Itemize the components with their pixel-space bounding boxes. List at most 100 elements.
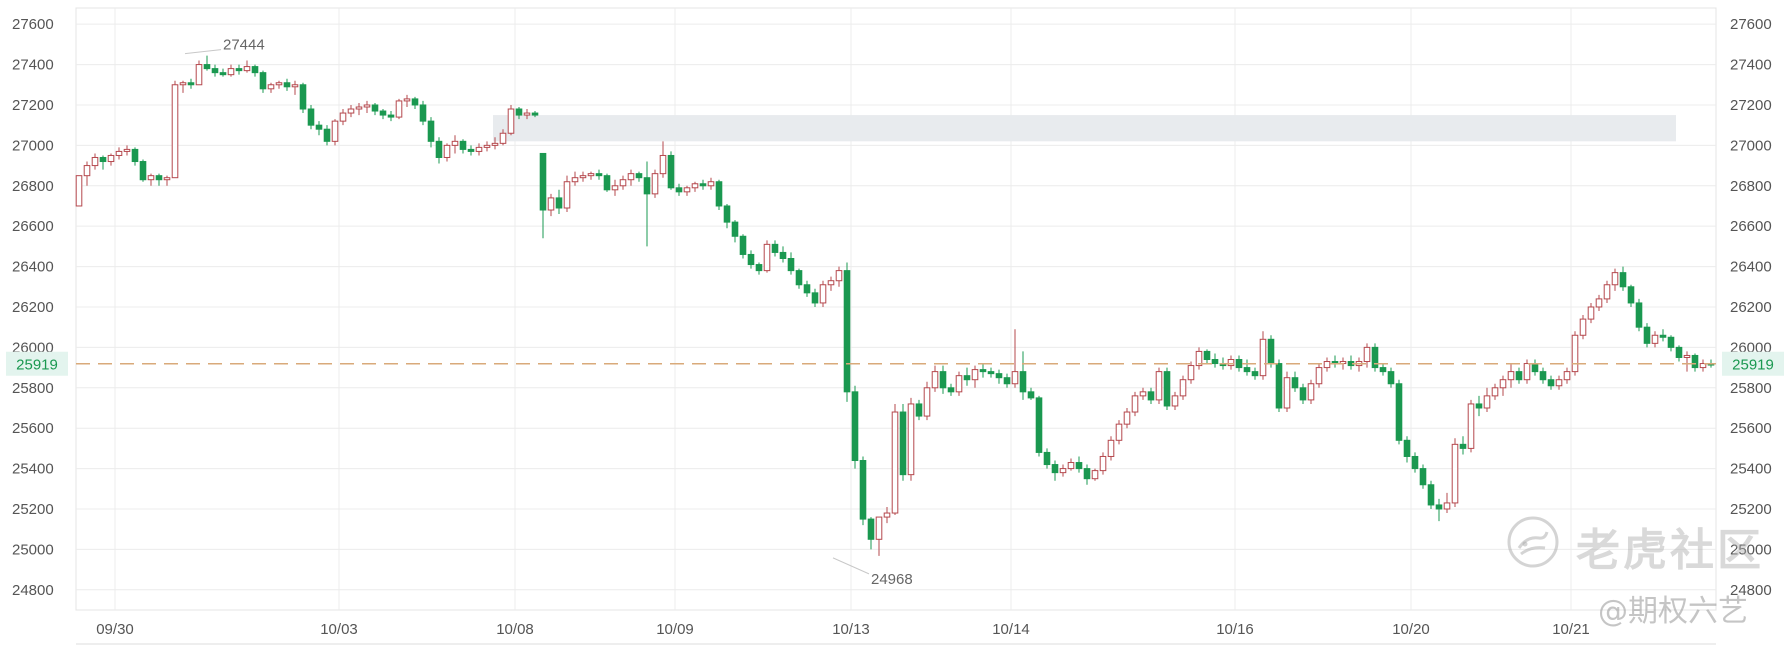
candle-body[interactable] (747, 253, 755, 266)
candle-body[interactable] (691, 183, 699, 189)
candle-body[interactable] (147, 175, 155, 181)
candle-body[interactable] (331, 120, 339, 142)
candle-body[interactable] (203, 64, 211, 70)
candle-body[interactable] (507, 108, 515, 134)
candle-body[interactable] (1299, 387, 1307, 401)
candle-body[interactable] (1139, 391, 1147, 397)
candle-body[interactable] (1675, 346, 1683, 358)
candle-body[interactable] (1187, 365, 1195, 381)
candle-body[interactable] (811, 292, 819, 304)
candle-body[interactable] (163, 177, 171, 181)
candle-body[interactable] (1555, 379, 1563, 387)
candle-body[interactable] (1027, 391, 1035, 399)
candle-body[interactable] (1619, 272, 1627, 288)
candle-body[interactable] (1403, 439, 1411, 457)
candle-body[interactable] (859, 460, 867, 520)
candle-body[interactable] (315, 124, 323, 130)
candle-body[interactable] (1003, 377, 1011, 385)
candle-body[interactable] (475, 146, 483, 152)
candle-body[interactable] (1307, 383, 1315, 401)
candle-body[interactable] (235, 68, 243, 72)
candle-body[interactable] (1379, 367, 1387, 373)
candle-body[interactable] (371, 104, 379, 112)
candle-body[interactable] (531, 112, 539, 116)
candle-body[interactable] (763, 243, 771, 272)
candle-body[interactable] (891, 411, 899, 514)
candle-body[interactable] (379, 110, 387, 116)
candle-body[interactable] (1427, 484, 1435, 506)
candle-body[interactable] (435, 140, 443, 158)
candle-body[interactable] (1419, 468, 1427, 486)
candle-body[interactable] (411, 98, 419, 106)
candle-body[interactable] (1531, 363, 1539, 373)
candle-body[interactable] (515, 108, 523, 116)
candle-body[interactable] (699, 183, 707, 187)
candle-body[interactable] (1539, 371, 1547, 381)
candle-body[interactable] (923, 387, 931, 417)
candle-body[interactable] (915, 403, 923, 417)
candle-body[interactable] (1323, 361, 1331, 369)
candle-body[interactable] (731, 221, 739, 237)
candle-body[interactable] (419, 104, 427, 122)
candle-body[interactable] (219, 72, 227, 76)
candle-body[interactable] (99, 156, 107, 163)
candle-body[interactable] (995, 373, 1003, 379)
candle-body[interactable] (1483, 395, 1491, 409)
candle-body[interactable] (291, 84, 299, 88)
candle-body[interactable] (883, 512, 891, 518)
candle-body[interactable] (707, 181, 715, 187)
candle-body[interactable] (875, 516, 883, 540)
candle-body[interactable] (251, 66, 259, 74)
candle-body[interactable] (755, 264, 763, 272)
candle-body[interactable] (403, 98, 411, 102)
candle-body[interactable] (1691, 354, 1699, 369)
candle-body[interactable] (347, 108, 355, 114)
candle-body[interactable] (275, 82, 283, 86)
candle-body[interactable] (483, 144, 491, 148)
candle-body[interactable] (555, 197, 563, 209)
candle-body[interactable] (195, 64, 203, 86)
candle-body[interactable] (1243, 367, 1251, 373)
candle-body[interactable] (947, 387, 955, 393)
candle-body[interactable] (355, 106, 363, 110)
candle-body[interactable] (307, 108, 315, 126)
candle-body[interactable] (1587, 306, 1595, 320)
candle-body[interactable] (651, 173, 659, 195)
candle-body[interactable] (395, 100, 403, 118)
candle-body[interactable] (83, 165, 91, 177)
candle-body[interactable] (267, 84, 275, 90)
candle-body[interactable] (619, 179, 627, 187)
candle-body[interactable] (339, 112, 347, 122)
candle-body[interactable] (1643, 326, 1651, 344)
candle-body[interactable] (1611, 272, 1619, 286)
candle-body[interactable] (1315, 367, 1323, 385)
candle-body[interactable] (963, 375, 971, 381)
candle-body[interactable] (171, 84, 179, 179)
candle-body[interactable] (987, 371, 995, 375)
candle-body[interactable] (979, 369, 987, 373)
candle-body[interactable] (227, 68, 235, 76)
candle-body[interactable] (1099, 455, 1107, 472)
candle-body[interactable] (1059, 468, 1067, 474)
candle-body[interactable] (1283, 377, 1291, 409)
candle-body[interactable] (1115, 423, 1123, 441)
candle-body[interactable] (451, 140, 459, 146)
candle-body[interactable] (283, 82, 291, 88)
candle-body[interactable] (579, 175, 587, 179)
candle-body[interactable] (595, 173, 603, 177)
candle-body[interactable] (683, 187, 691, 193)
candle-body[interactable] (635, 173, 643, 179)
candle-body[interactable] (715, 181, 723, 207)
candle-body[interactable] (91, 156, 99, 167)
candle-body[interactable] (1051, 464, 1059, 474)
candle-body[interactable] (723, 205, 731, 223)
candle-body[interactable] (1499, 379, 1507, 389)
candle-body[interactable] (1075, 462, 1083, 470)
candle-body[interactable] (1235, 359, 1243, 369)
candle-body[interactable] (1043, 451, 1051, 466)
candle-body[interactable] (491, 142, 499, 146)
candle-body[interactable] (787, 257, 795, 272)
candlestick-chart[interactable]: 24800 24800 25000 25000 25200 25200 25400 25400… (0, 0, 1792, 646)
candle-body[interactable] (1267, 338, 1275, 365)
candle-body[interactable] (659, 154, 667, 175)
